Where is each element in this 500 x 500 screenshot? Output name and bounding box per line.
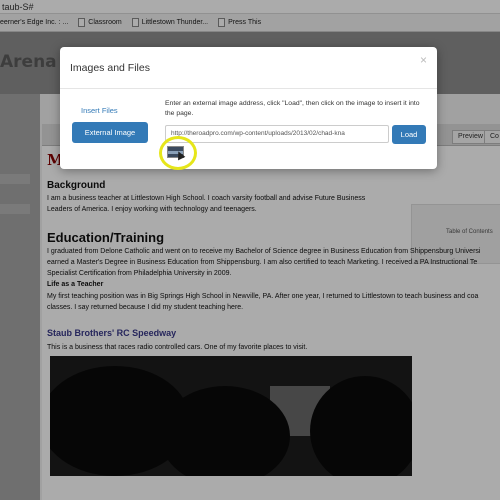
nav-external-image[interactable]: External Image: [72, 122, 148, 143]
image-url-input[interactable]: http://theroadpro.com/wp-content/uploads…: [165, 125, 389, 143]
load-button[interactable]: Load: [392, 125, 426, 144]
nav-insert-files[interactable]: Insert Files: [81, 106, 118, 115]
dialog-instructions: Enter an external image address, click "…: [165, 100, 420, 117]
close-icon[interactable]: ×: [420, 53, 427, 67]
images-files-dialog: Images and Files × Insert Files External…: [60, 47, 437, 170]
dialog-header: Images and Files ×: [60, 47, 437, 89]
dialog-title: Images and Files: [70, 62, 150, 74]
